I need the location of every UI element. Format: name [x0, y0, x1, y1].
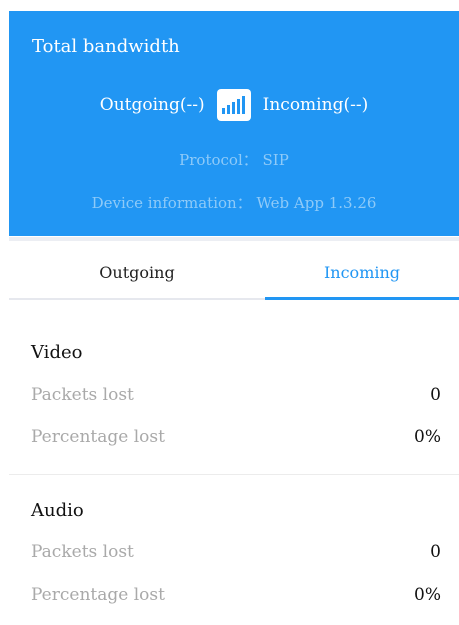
- device-info: Device information： Web App 1.3.26: [91, 194, 377, 212]
- tab-divider: [9, 298, 265, 300]
- tab-incoming[interactable]: Incoming: [265, 263, 459, 282]
- signal-bar: [227, 105, 231, 114]
- outgoing-bandwidth: Outgoing(--): [99, 95, 205, 115]
- protocol-info: Protocol： SIP: [179, 151, 289, 169]
- signal-bar: [242, 96, 246, 114]
- video-percentage-lost-label: Percentage lost: [31, 427, 165, 447]
- video-packets-lost-value: 0: [430, 385, 441, 405]
- bandwidth-summary: Outgoing(--) Incoming(--): [9, 89, 459, 121]
- active-tab-indicator: [265, 297, 459, 300]
- signal-bar: [232, 102, 236, 114]
- direction-tabs: Outgoing Incoming: [9, 237, 459, 300]
- tab-outgoing[interactable]: Outgoing: [9, 263, 265, 282]
- section-divider: [9, 474, 459, 475]
- video-section-title: Video: [31, 342, 83, 363]
- signal-bar: [222, 108, 226, 114]
- signal-bars-icon: [216, 89, 251, 121]
- bandwidth-header: Total bandwidth Outgoing(--) Incoming(--…: [9, 11, 459, 236]
- header-title: Total bandwidth: [32, 36, 180, 57]
- audio-percentage-lost-value: 0%: [414, 585, 441, 605]
- video-percentage-lost-value: 0%: [414, 427, 441, 447]
- audio-packets-lost-label: Packets lost: [31, 542, 134, 562]
- bandwidth-stats-page: Total bandwidth Outgoing(--) Incoming(--…: [0, 0, 459, 625]
- audio-packets-lost-value: 0: [430, 542, 441, 562]
- incoming-bandwidth: Incoming(--): [262, 95, 369, 115]
- audio-percentage-lost-label: Percentage lost: [31, 585, 165, 605]
- video-packets-lost-label: Packets lost: [31, 385, 134, 405]
- audio-section-title: Audio: [31, 500, 84, 521]
- signal-bar: [237, 99, 241, 114]
